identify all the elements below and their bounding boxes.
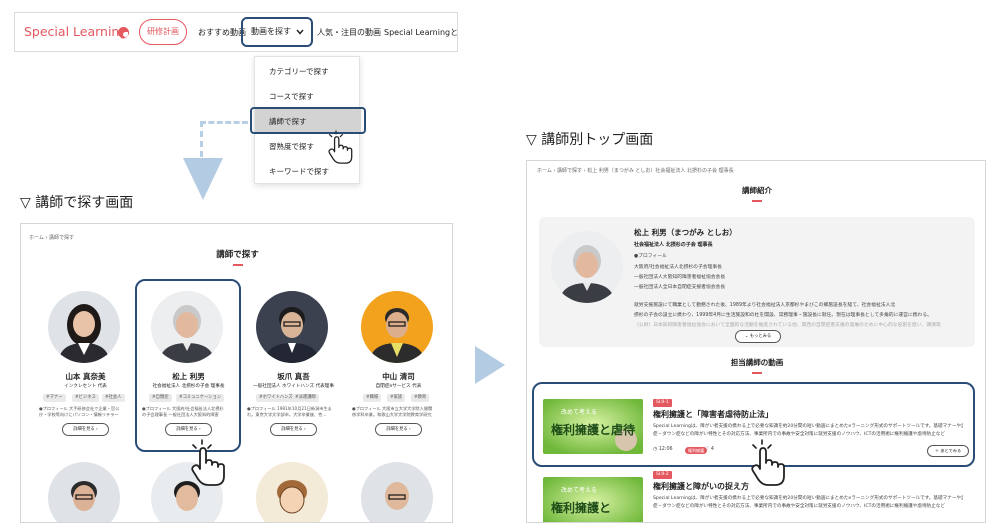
instructor-org: インクレセント 代表 [64,384,107,389]
profile-label: ●プロフィール [634,254,667,259]
page-title: 講師で探す [216,250,259,260]
flow-connector-line [200,121,203,157]
profile-role: 一般社団法人大阪知的障害者福祉協会会長 [634,275,726,280]
thumbnail-title: 権利擁護と [551,501,612,515]
instructor-name: 坂爪 真吾 [277,372,310,381]
hand-pointer-icon [191,439,225,486]
breadcrumb-home[interactable]: ホーム [29,235,44,241]
selected-instructor-highlight [135,279,241,452]
site-logo[interactable]: Special Learning [24,24,127,39]
instructor-avatar [361,291,433,363]
breadcrumb-current: 松上 利男（まつがみ としお）社会福祉法人 北摂杉の子会 理事長 [587,168,734,174]
section-title-instructor: 講師紹介 [742,186,772,195]
title-underline [752,200,762,202]
arrow-right-icon [475,346,505,384]
instructor-profile-box: 松上 利男（まつがみ としお） 社会福祉法人 北摂杉の子会 理事長 ●プロフィー… [539,217,975,347]
video-description: Special Learningは、障がい者支援の携わる上で必要な知識を約20分… [653,496,963,501]
profile-bio: 摂杉の子会の設立に携わり、1999年4月に生活施設和の杜を開設、常務理事・施設長… [634,313,932,318]
instructor-tag[interactable]: #教育 [411,394,430,402]
profile-name: 松上 利男（まつがみ としお） [634,228,737,237]
logo-mark-icon [118,27,129,38]
instructor-avatar [256,291,328,363]
instructor-tag[interactable]: #ホワイトハンズ [256,394,296,402]
instructor-avatar [48,291,120,363]
nav-search-videos-menu[interactable]: 動画を探す [241,17,313,47]
video-title[interactable]: 権利擁護と障がいの捉え方 [653,481,749,492]
instructor-org: 一般社団法人 ホワイトハンズ 代表理事 [253,384,334,389]
person-illustration-icon [256,462,328,522]
instructor-avatar[interactable] [256,462,328,522]
profile-org: 社会福祉法人 北摂杉の子会 理事長 [634,242,713,248]
view-details-button[interactable]: 詳細を見る › [375,423,422,436]
nav-recommended-link[interactable]: おすすめ動画 [198,27,246,38]
hand-pointer-icon [328,130,353,164]
arrow-down-icon [183,158,223,200]
instructor-profile-text: 係学科卒業。和歌山大学大学院教育学研究 [352,412,432,417]
training-plan-button[interactable]: 研修計画 [139,19,187,45]
dropdown-item-course[interactable]: コースで探す [255,84,361,109]
view-details-button[interactable]: 詳細を見る › [62,423,109,436]
section-title-videos: 担当講師の動画 [730,358,784,367]
caption-instructor-search: ▽ 講師で探す画面 [20,195,134,211]
instructor-card[interactable]: 山本 真奈美 インクレセント 代表 #マナー #ビジネス #社会人 ●プロフィー… [38,288,133,444]
profile-role: 一般社団法人全日本自閉症支援者協会会長 [634,285,726,290]
video-description: 症・ダウン症などの障がい特性とその対応方法、事業所内での事故や安全対策に就労支援… [653,504,945,509]
person-photo-icon [48,291,120,363]
instructor-card[interactable]: 坂爪 真吾 一般社団法人 ホワイトハンズ 代表理事 #ホワイトハンズ #派遣講師… [246,288,341,444]
person-photo-icon [551,231,623,303]
instructor-avatar [551,231,623,303]
breadcrumb: ホーム › 講師で探す › 松上 利男（まつがみ としお）社会福祉法人 北摂杉の… [537,168,734,174]
person-photo-icon [256,291,328,363]
nav-about-link[interactable]: Special Learningとは [384,27,457,38]
profile-bio-faded: （公財）日本知的障害者福祉協会において全国的な活動を推進されている他、関西の自閉… [634,323,941,328]
caption-instructor-top: ▽ 講師別トップ画面 [526,132,654,148]
instructor-avatar[interactable] [361,462,433,522]
instructor-tag[interactable]: #派遣講師 [292,394,319,402]
dropdown-item-category[interactable]: カテゴリーで探す [255,59,361,84]
chevron-down-icon [296,29,304,35]
instructor-name: 中山 清司 [382,372,415,381]
instructor-name: 山本 真奈美 [65,372,106,381]
instructor-tag[interactable]: #職場 [363,394,382,402]
flow-connector-line [200,121,248,124]
nav-search-videos-label: 動画を探す [251,27,291,36]
person-photo-icon [361,462,433,522]
instructor-profile-text: れ。東京大学文学部卒。大学卒業後、性… [247,412,327,417]
breadcrumb-current: 講師で探す [49,235,75,241]
video-code-badge: SL9-2 [653,471,672,479]
title-underline [233,264,243,266]
site-header: Special Learning 研修計画 おすすめ動画 動画を探す 人気・注目… [14,12,458,52]
breadcrumb-home[interactable]: ホーム [537,168,552,174]
instructor-avatar[interactable] [48,462,120,522]
show-more-button[interactable]: ⌄ もっとみる [735,330,781,343]
instructor-org: 自閉症eサービス 代表 [375,384,422,389]
thumbnail-caption: 改めて考える [561,487,597,494]
instructor-tag[interactable]: #社会人 [102,394,125,402]
nav-popular-link[interactable]: 人気・注目の動画 [317,27,381,38]
profile-role: 大阪府/社会福祉法人北摂杉の子会理事長 [634,265,722,270]
instructor-profile-text: 庁・学校等向けにパソコン・情報リテラー [39,412,119,417]
view-details-button[interactable]: 詳細を見る › [270,423,317,436]
instructor-tag[interactable]: #ビジネス [72,394,99,402]
person-photo-icon [48,462,120,522]
hand-pointer-icon [751,439,785,486]
title-underline [752,372,762,374]
breadcrumb-instructor-search[interactable]: 講師で探す [557,168,582,174]
breadcrumb: ホーム › 講師で探す [29,235,75,241]
instructor-tag[interactable]: #家族 [387,394,406,402]
video-thumbnail[interactable]: 改めて考える 権利擁護と [543,477,643,522]
instructor-tag[interactable]: #マナー [43,394,66,402]
person-photo-icon [361,291,433,363]
instructor-card[interactable]: 中山 清司 自閉症eサービス 代表 #職場 #家族 #教育 ●プロフィール 大阪… [351,288,446,444]
profile-bio: 就労支援施設にて職業として勤務された後、1989年より社会福祉法人京都杉やまびこ… [634,303,896,308]
